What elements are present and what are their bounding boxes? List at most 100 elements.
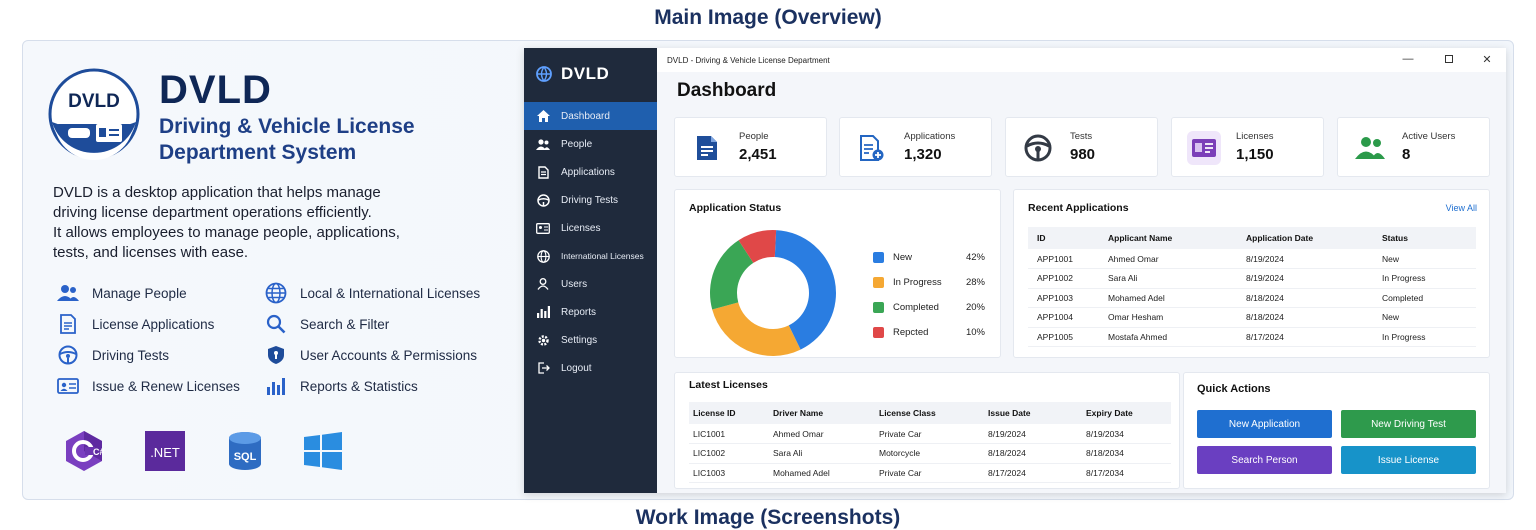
dashboard-content: Dashboard People 2,451 Applications 1,32… (657, 72, 1506, 493)
stat-card-tests[interactable]: Tests 980 (1005, 117, 1158, 177)
sidebar-item-dashboard[interactable]: Dashboard (524, 102, 657, 130)
legend-percent: 20% (965, 301, 985, 313)
dvld-logo: DVLD (48, 68, 140, 160)
description-line: driving license department operations ef… (53, 204, 372, 221)
table-row[interactable]: APP1003 Mohamed Adel 8/18/2024 Completed (1028, 288, 1476, 308)
sidebar-nav: Dashboard People Applications Driving Te… (524, 102, 657, 382)
sidebar-item-settings[interactable]: Settings (524, 326, 657, 354)
search-person-button[interactable]: Search Person (1197, 446, 1332, 474)
stat-card-applications[interactable]: Applications 1,320 (839, 117, 992, 177)
sidebar-item-people[interactable]: People (524, 130, 657, 158)
table-row[interactable]: APP1004 Omar Hesham 8/18/2024 New (1028, 307, 1476, 328)
column-header: Issue Date (988, 402, 1086, 424)
close-button[interactable]: ✕ (1480, 52, 1494, 66)
table-cell: Motorcycle (879, 443, 988, 464)
bottom-heading: Work Image (Screenshots) (635, 506, 901, 529)
maximize-button[interactable] (1442, 52, 1456, 66)
application-status-donut-chart (710, 230, 836, 356)
legend-swatch (873, 251, 884, 263)
stat-label: Tests (1070, 131, 1093, 142)
table-cell: Sara Ali (1108, 268, 1246, 289)
sidebar-item-label: Logout (561, 362, 592, 374)
feature-label: Search & Filter (300, 316, 390, 332)
table-cell: In Progress (1382, 327, 1476, 347)
table-cell: APP1002 (1028, 268, 1108, 289)
stat-card-people[interactable]: People 2,451 (674, 117, 827, 177)
column-header: License ID (689, 402, 773, 424)
table-cell: Mohamed Adel (773, 463, 879, 483)
view-all-link[interactable]: View All (1446, 203, 1477, 213)
sidebar-item-international-licenses[interactable]: International Licenses (524, 242, 657, 270)
table-row[interactable]: LIC1003 Mohamed Adel Private Car 8/17/2024 8… (689, 463, 1171, 483)
sidebar-item-users[interactable]: Users (524, 270, 657, 298)
latest-licenses-panel: Latest Licenses License ID Driver Name L… (674, 372, 1180, 489)
column-header: ID (1028, 227, 1108, 249)
table-cell: APP1005 (1028, 327, 1108, 347)
table-cell: Ahmed Omar (1108, 249, 1246, 269)
stat-value: 8 (1402, 146, 1411, 163)
id-card-icon (56, 375, 80, 397)
table-cell: Completed (1382, 288, 1476, 308)
legend-percent: 10% (965, 326, 985, 338)
stat-label: People (739, 131, 769, 142)
legend-percent: 42% (965, 251, 985, 263)
feature-label: License Applications (92, 316, 215, 332)
steering-wheel-icon (56, 344, 80, 366)
stat-card-licenses[interactable]: Licenses 1,150 (1171, 117, 1324, 177)
table-row[interactable]: LIC1001 Ahmed Omar Private Car 8/19/2024 8/1… (689, 424, 1171, 444)
feature-reports-statistics: Reports & Statistics (264, 375, 418, 397)
description-line: DVLD is a desktop application that helps… (53, 184, 381, 201)
table-row[interactable]: LIC1002 Sara Ali Motorcycle 8/18/2024 8/18/2… (689, 443, 1171, 464)
recent-applications-body: APP1001 Ahmed Omar 8/19/2024 New APP1002 Sara… (1028, 249, 1476, 347)
table-header-row: ID Applicant Name Application Date Statu… (1028, 227, 1476, 249)
sidebar-item-logout[interactable]: Logout (524, 354, 657, 382)
stat-card-active-users[interactable]: Active Users 8 (1337, 117, 1490, 177)
recent-applications-panel: Recent Applications View All ID Applican… (1013, 189, 1490, 358)
stat-value: 1,320 (904, 146, 942, 163)
column-header: Driver Name (773, 402, 879, 424)
feature-label: Manage People (92, 285, 187, 301)
issue-license-button[interactable]: Issue License (1341, 446, 1476, 474)
steering-wheel-icon (1021, 131, 1055, 165)
table-cell: 8/18/2024 (988, 443, 1086, 464)
table-cell: 8/19/2024 (1246, 268, 1382, 289)
table-row[interactable]: APP1001 Ahmed Omar 8/19/2024 New (1028, 249, 1476, 269)
table-cell: 8/19/2024 (988, 424, 1086, 444)
feature-label: Reports & Statistics (300, 378, 418, 394)
table-row[interactable]: APP1002 Sara Ali 8/19/2024 In Progress (1028, 268, 1476, 289)
table-cell: LIC1003 (689, 463, 773, 483)
latest-licenses-table: License ID Driver Name License Class Iss… (689, 402, 1171, 483)
sidebar-item-licenses[interactable]: Licenses (524, 214, 657, 242)
sidebar-item-label: People (561, 138, 593, 150)
panel-title: Application Status (689, 202, 782, 214)
table-row[interactable]: APP1005 Mostafa Ahmed 8/17/2024 In Progress (1028, 327, 1476, 347)
table-header-row: License ID Driver Name License Class Iss… (689, 402, 1171, 424)
sidebar-item-applications[interactable]: Applications (524, 158, 657, 186)
minimize-button[interactable]: — (1401, 52, 1415, 66)
feature-issue-renew: Issue & Renew Licenses (56, 375, 240, 397)
sidebar-item-label: Settings (561, 334, 598, 346)
table-cell: Ahmed Omar (773, 424, 879, 444)
table-cell: 8/17/2024 (988, 463, 1086, 483)
gear-icon (536, 333, 550, 347)
legend-item-new: New 42% (873, 250, 985, 264)
svg-text:.NET: .NET (150, 445, 180, 460)
stat-label: Applications (904, 131, 956, 142)
page-title: Dashboard (677, 80, 777, 101)
legend-label: Completed (893, 301, 939, 313)
brand-subtitle: Driving & Vehicle License Department Sys… (159, 115, 415, 164)
column-header: License Class (879, 402, 988, 424)
stat-value: 1,150 (1236, 146, 1274, 163)
sidebar-item-driving-tests[interactable]: Driving Tests (524, 186, 657, 214)
sql-database-icon: SQL (229, 432, 261, 470)
sidebar-item-reports[interactable]: Reports (524, 298, 657, 326)
table-cell: LIC1001 (689, 424, 773, 444)
description: DVLD is a desktop application that helps… (53, 183, 453, 263)
table-cell: Omar Hesham (1108, 307, 1246, 328)
feature-label: Driving Tests (92, 347, 170, 363)
new-driving-test-button[interactable]: New Driving Test (1341, 410, 1476, 438)
new-application-button[interactable]: New Application (1197, 410, 1332, 438)
feature-local-international: Local & International Licenses (264, 282, 480, 304)
window-titlebar: DVLD - Driving & Vehicle License Departm… (657, 48, 1506, 72)
table-cell: Mohamed Adel (1108, 288, 1246, 308)
